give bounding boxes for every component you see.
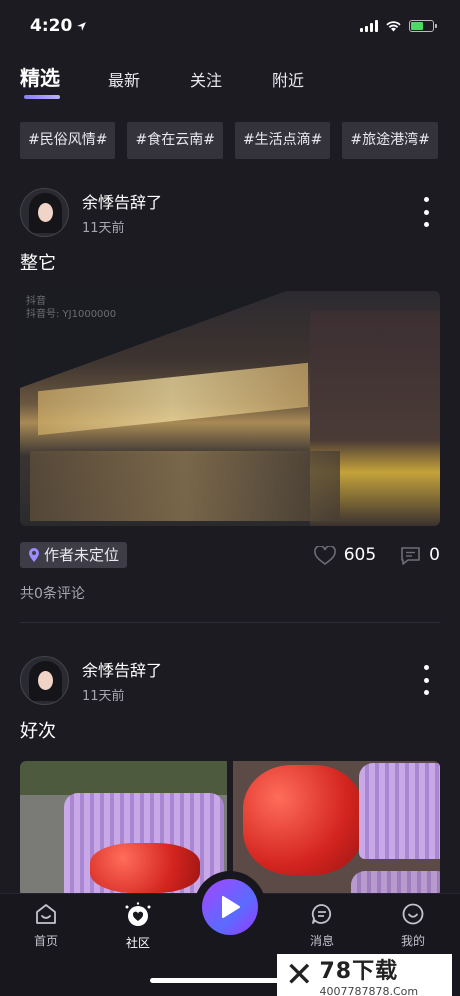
- status-icons: [360, 20, 437, 32]
- more-options-icon[interactable]: [420, 197, 432, 227]
- wifi-icon: [386, 21, 401, 32]
- brand-name: 78下载: [319, 958, 399, 984]
- location-arrow-icon: [77, 21, 87, 31]
- post-meta-row: 作者未定位 605 0: [20, 542, 440, 568]
- tab-latest[interactable]: 最新: [108, 67, 140, 99]
- comment-count: 0: [429, 545, 440, 565]
- username[interactable]: 余悸告辞了: [82, 189, 420, 213]
- brand-logo-icon: ✕: [285, 955, 314, 995]
- post-stats: 605 0: [313, 545, 440, 565]
- tabbar-mine[interactable]: 我的: [383, 902, 443, 949]
- watermark-id: 抖音号: YJ1000000: [26, 309, 117, 320]
- post-video-thumbnail[interactable]: 抖音 抖音号: YJ1000000: [20, 291, 440, 526]
- brand-watermark: ✕ 78下载 4007787878.Com: [277, 954, 452, 996]
- topic-chip[interactable]: #旅途港湾#: [342, 122, 438, 159]
- tabbar-label: 我的: [400, 934, 425, 948]
- post-photo[interactable]: [20, 761, 227, 897]
- location-tag[interactable]: 作者未定位: [20, 542, 128, 568]
- tabbar-label: 社区: [125, 936, 150, 950]
- tab-label: 精选: [20, 66, 60, 90]
- watermark-brand: 抖音: [26, 296, 46, 307]
- topic-chip[interactable]: #民俗风情#: [20, 122, 116, 159]
- post-time: 11天前: [82, 220, 125, 236]
- status-time: 4:20: [30, 16, 87, 36]
- feed-post: 余悸告辞了 11天前 整它 抖音 抖音号: YJ1000000 作者未定位 60…: [20, 187, 440, 603]
- tab-label: 最新: [108, 71, 141, 90]
- feed-tabs: 精选 最新 关注 附近: [20, 62, 354, 99]
- brand-phone: 4007787878.Com: [319, 984, 419, 996]
- profile-smile-icon: [402, 903, 424, 925]
- tabbar-label: 消息: [309, 934, 334, 948]
- tiktok-watermark: 抖音 抖音号: YJ1000000: [26, 295, 116, 321]
- username[interactable]: 余悸告辞了: [82, 657, 420, 681]
- like-button[interactable]: 605: [313, 545, 377, 565]
- tabbar-messages[interactable]: 消息: [292, 902, 352, 949]
- comment-icon: [401, 546, 420, 565]
- battery-icon: [409, 20, 437, 32]
- feed-post: 余悸告辞了 11天前 好次: [20, 655, 440, 897]
- active-tab-indicator: [24, 95, 60, 99]
- post-photo[interactable]: [233, 761, 440, 897]
- tab-featured[interactable]: 精选: [20, 62, 60, 99]
- avatar[interactable]: [20, 187, 69, 237]
- tab-nearby[interactable]: 附近: [272, 67, 304, 99]
- message-icon: [311, 904, 332, 924]
- play-icon: [222, 896, 240, 918]
- tab-following[interactable]: 关注: [190, 67, 222, 99]
- avatar[interactable]: [20, 655, 69, 705]
- tabbar-label: 首页: [33, 934, 58, 948]
- cellular-signal-icon: [360, 20, 378, 32]
- tabbar-home[interactable]: 首页: [16, 902, 76, 949]
- location-pin-icon: [29, 548, 39, 562]
- status-bar: 4:20: [0, 0, 460, 52]
- like-count: 605: [343, 545, 377, 565]
- community-heart-icon: [125, 902, 151, 926]
- topic-chip[interactable]: #食在云南#: [127, 122, 223, 159]
- post-text: 整它: [20, 253, 56, 274]
- center-play-button[interactable]: [194, 871, 266, 943]
- tab-label: 关注: [190, 71, 223, 90]
- topic-chip[interactable]: #生活点滴#: [234, 122, 331, 159]
- post-time: 11天前: [82, 688, 125, 704]
- home-icon: [36, 904, 56, 924]
- user-info: 余悸告辞了 11天前: [82, 657, 420, 704]
- clock-text: 4:20: [30, 16, 73, 36]
- comment-summary[interactable]: 共0条评论: [20, 583, 440, 603]
- heart-icon: [313, 545, 336, 565]
- play-button-inner: [202, 879, 258, 935]
- user-info: 余悸告辞了 11天前: [82, 189, 420, 236]
- topic-chips: #民俗风情# #食在云南# #生活点滴# #旅途港湾#: [20, 122, 460, 159]
- post-text: 好次: [20, 721, 56, 742]
- tab-label: 附近: [272, 71, 305, 90]
- brand-text: 78下载 4007787878.Com: [320, 953, 419, 996]
- comment-button[interactable]: 0: [400, 545, 440, 565]
- post-divider: [20, 622, 440, 623]
- location-label: 作者未定位: [44, 546, 120, 564]
- more-options-icon[interactable]: [420, 665, 432, 695]
- post-header: 余悸告辞了 11天前: [20, 187, 440, 237]
- post-header: 余悸告辞了 11天前: [20, 655, 440, 705]
- tabbar-community[interactable]: 社区: [108, 902, 168, 951]
